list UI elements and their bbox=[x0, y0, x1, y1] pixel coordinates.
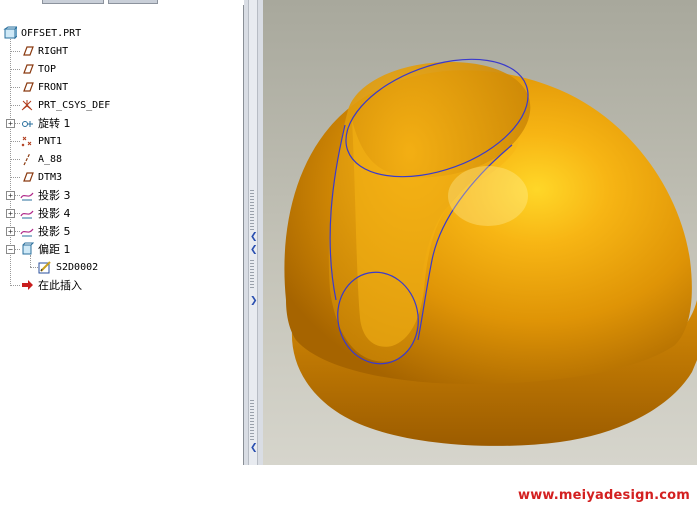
expand-toggle[interactable]: + bbox=[6, 119, 15, 128]
expand-right-arrow-icon[interactable]: ❯ bbox=[250, 296, 258, 306]
watermark: www.meiyadesign.com bbox=[517, 488, 690, 503]
revolve-icon bbox=[22, 121, 33, 127]
datum-axis-icon bbox=[23, 152, 31, 166]
tree-item[interactable]: RIGHT bbox=[20, 42, 68, 60]
collapse-left-arrow-icon[interactable]: ❮ bbox=[250, 245, 258, 255]
projected-curve-icon bbox=[20, 210, 34, 219]
offset-icon bbox=[22, 242, 34, 255]
tree-item-label: PRT_CSYS_DEF bbox=[38, 99, 111, 111]
tree-item-label: 投影 5 bbox=[38, 225, 71, 238]
tree-item[interactable]: 投影 5 bbox=[20, 222, 71, 240]
expand-toggle[interactable]: + bbox=[6, 227, 15, 236]
csys-icon bbox=[21, 100, 33, 111]
tree-item[interactable]: A_88 bbox=[20, 150, 62, 168]
tree-item-label: 偏距 1 bbox=[38, 243, 71, 256]
tree-item-label: S2D0002 bbox=[56, 261, 99, 273]
tree-guide-line bbox=[10, 69, 20, 70]
splitter-grip[interactable] bbox=[250, 260, 254, 290]
sketch-icon bbox=[38, 261, 51, 274]
collapse-left-arrow-icon[interactable]: ❮ bbox=[250, 232, 258, 242]
tree-guide-line bbox=[10, 141, 20, 142]
projected-curve-icon bbox=[20, 228, 34, 237]
collapse-left-arrow-icon[interactable]: ❮ bbox=[250, 443, 258, 453]
tree-item[interactable]: S2D0002 bbox=[38, 258, 98, 276]
tree-item[interactable]: 偏距 1 bbox=[20, 240, 71, 258]
shell-highlight bbox=[448, 166, 528, 226]
tree-item-label: DTM3 bbox=[38, 171, 63, 183]
helmet-model[interactable] bbox=[263, 0, 697, 465]
tree-item-label: FRONT bbox=[38, 81, 69, 93]
tree-guide-line bbox=[10, 105, 20, 106]
tree-item[interactable]: TOP bbox=[20, 60, 56, 78]
graphics-viewport[interactable] bbox=[263, 0, 697, 465]
tree-guide-line bbox=[10, 87, 20, 88]
splitter-grip[interactable] bbox=[250, 400, 254, 440]
tree-guide-line bbox=[10, 51, 20, 52]
tree-item[interactable]: 在此插入 bbox=[20, 276, 82, 294]
tree-item-label: PNT1 bbox=[38, 135, 63, 147]
tree-root[interactable]: OFFSET.PRT bbox=[3, 24, 81, 42]
tree-item-label: 投影 4 bbox=[38, 207, 71, 220]
tree-item-label: RIGHT bbox=[38, 45, 69, 57]
projected-curve-icon bbox=[20, 192, 34, 201]
tree-guide-line bbox=[10, 177, 20, 178]
tree-root-label: OFFSET.PRT bbox=[21, 27, 82, 39]
layer-tree-tab[interactable] bbox=[108, 0, 158, 4]
tree-guide-line bbox=[30, 267, 38, 268]
expand-toggle[interactable]: + bbox=[6, 209, 15, 218]
tree-guide-line bbox=[10, 285, 20, 286]
tree-item-label: 旋转 1 bbox=[38, 117, 71, 130]
model-tree-panel: OFFSET.PRT RIGHT TOP FRONT PRT_CSYS_DEF + 旋转 … bbox=[0, 5, 244, 465]
tree-item[interactable]: DTM3 bbox=[20, 168, 62, 186]
datum-point-icon bbox=[21, 136, 32, 147]
tree-item-label: 投影 3 bbox=[38, 189, 71, 202]
datum-plane-icon bbox=[23, 64, 34, 74]
collapse-toggle[interactable]: − bbox=[6, 245, 15, 254]
tree-item[interactable]: 投影 3 bbox=[20, 186, 71, 204]
datum-plane-icon bbox=[23, 172, 34, 182]
part-icon bbox=[3, 26, 17, 40]
expand-toggle[interactable]: + bbox=[6, 191, 15, 200]
tree-item[interactable]: FRONT bbox=[20, 78, 68, 96]
tree-item-label: 在此插入 bbox=[38, 279, 82, 292]
tree-item[interactable]: 投影 4 bbox=[20, 204, 71, 222]
tree-item[interactable]: 旋转 1 bbox=[20, 114, 71, 132]
splitter-grip[interactable] bbox=[250, 190, 254, 230]
datum-plane-icon bbox=[23, 46, 34, 56]
tree-guide-line bbox=[10, 159, 20, 160]
tree-item[interactable]: PNT1 bbox=[20, 132, 62, 150]
tree-item-label: A_88 bbox=[38, 153, 63, 165]
tree-item-label: TOP bbox=[38, 63, 57, 75]
insert-here-arrow-icon bbox=[22, 280, 33, 290]
datum-plane-icon bbox=[23, 82, 34, 92]
tree-item[interactable]: PRT_CSYS_DEF bbox=[20, 96, 110, 114]
model-tree-tab[interactable] bbox=[42, 0, 104, 4]
